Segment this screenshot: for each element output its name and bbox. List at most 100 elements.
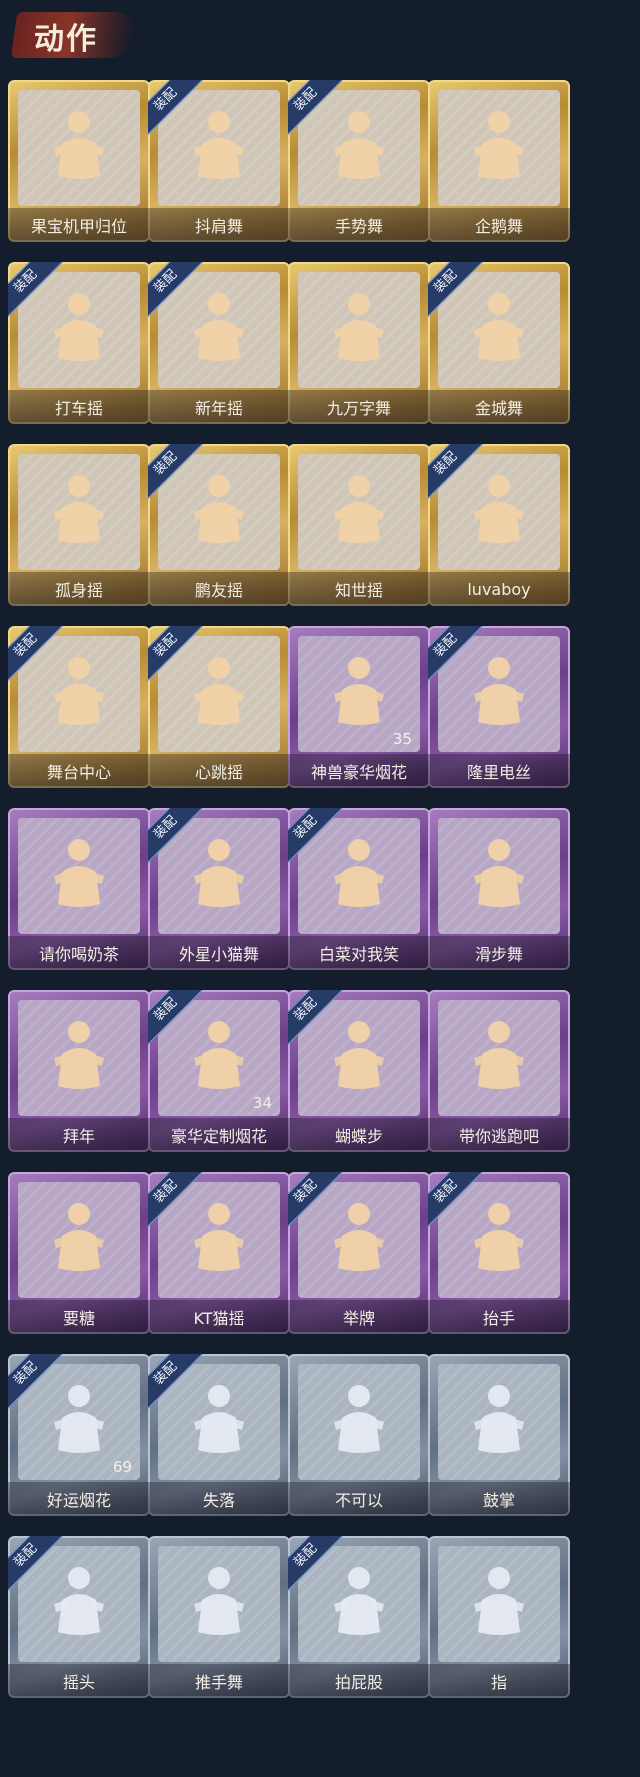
emote-figure-icon: [54, 1021, 104, 1089]
emote-card[interactable]: 隆里电丝 装配: [428, 626, 570, 788]
emote-figure-icon: [194, 657, 244, 725]
emote-label: 鼓掌: [428, 1482, 570, 1516]
emote-card[interactable]: 失落 装配: [148, 1354, 290, 1516]
emote-label: 心跳摇: [148, 754, 290, 788]
emote-card[interactable]: 抬手 装配: [428, 1172, 570, 1334]
emote-card[interactable]: 心跳摇 装配: [148, 626, 290, 788]
emote-figure-icon: [54, 293, 104, 361]
emote-label: 外星小猫舞: [148, 936, 290, 970]
emote-card[interactable]: 金城舞 装配: [428, 262, 570, 424]
emote-card[interactable]: 知世摇: [288, 444, 430, 606]
emote-card[interactable]: 企鹅舞: [428, 80, 570, 242]
emote-card[interactable]: 手势舞 装配: [288, 80, 430, 242]
emote-card[interactable]: 九万字舞: [288, 262, 430, 424]
emote-figure-icon: [54, 1203, 104, 1271]
emote-label: 不可以: [288, 1482, 430, 1516]
emote-figure-icon: [194, 293, 244, 361]
emote-label: 带你逃跑吧: [428, 1118, 570, 1152]
emote-label: 指: [428, 1664, 570, 1698]
emote-card[interactable]: 新年摇 装配: [148, 262, 290, 424]
emote-figure-icon: [194, 1385, 244, 1453]
emote-label: 请你喝奶茶: [8, 936, 150, 970]
emote-figure-icon: [334, 1567, 384, 1635]
emote-label: 鹏友摇: [148, 572, 290, 606]
section-header: 动作: [0, 0, 640, 70]
emote-label: 金城舞: [428, 390, 570, 424]
emote-label: 抖肩舞: [148, 208, 290, 242]
emote-label: 九万字舞: [288, 390, 430, 424]
emote-figure-icon: [474, 657, 524, 725]
emote-card[interactable]: 抖肩舞 装配: [148, 80, 290, 242]
emote-label: 果宝机甲归位: [8, 208, 150, 242]
item-count: 69: [112, 1458, 132, 1476]
emote-label: 孤身摇: [8, 572, 150, 606]
emote-label: 滑步舞: [428, 936, 570, 970]
emote-card[interactable]: 打车摇 装配: [8, 262, 150, 424]
emote-card[interactable]: 指: [428, 1536, 570, 1698]
emote-card[interactable]: KT猫摇 装配: [148, 1172, 290, 1334]
emote-figure-icon: [334, 293, 384, 361]
emote-figure-icon: [334, 475, 384, 543]
emote-card[interactable]: 请你喝奶茶: [8, 808, 150, 970]
emote-card[interactable]: 白菜对我笑 装配: [288, 808, 430, 970]
emote-figure-icon: [54, 475, 104, 543]
emote-card[interactable]: 鼓掌: [428, 1354, 570, 1516]
emote-figure-icon: [54, 1567, 104, 1635]
emote-figure-icon: [334, 111, 384, 179]
emote-figure-icon: [54, 1385, 104, 1453]
emote-figure-icon: [334, 1203, 384, 1271]
emote-card[interactable]: 蝴蝶步 装配: [288, 990, 430, 1152]
emote-card[interactable]: luvaboy 装配: [428, 444, 570, 606]
emote-figure-icon: [194, 475, 244, 543]
emote-label: 神兽豪华烟花: [288, 754, 430, 788]
emote-card[interactable]: 拜年: [8, 990, 150, 1152]
emote-label: 隆里电丝: [428, 754, 570, 788]
emote-figure-icon: [474, 293, 524, 361]
item-count: 34: [252, 1094, 272, 1112]
emote-figure-icon: [54, 839, 104, 907]
emote-card[interactable]: 34 豪华定制烟花 装配: [148, 990, 290, 1152]
emote-figure-icon: [474, 1385, 524, 1453]
emote-card[interactable]: 举牌 装配: [288, 1172, 430, 1334]
emote-card[interactable]: 35 神兽豪华烟花: [288, 626, 430, 788]
emote-card[interactable]: 要糖: [8, 1172, 150, 1334]
emote-card[interactable]: 推手舞: [148, 1536, 290, 1698]
emote-label: 手势舞: [288, 208, 430, 242]
emote-figure-icon: [474, 1203, 524, 1271]
emote-figure-icon: [334, 1021, 384, 1089]
emote-label: 举牌: [288, 1300, 430, 1334]
emote-card[interactable]: 不可以: [288, 1354, 430, 1516]
emote-figure-icon: [194, 1203, 244, 1271]
emote-figure-icon: [194, 111, 244, 179]
emote-figure-icon: [334, 657, 384, 725]
emote-figure-icon: [474, 475, 524, 543]
emote-card[interactable]: 孤身摇: [8, 444, 150, 606]
emote-label: 打车摇: [8, 390, 150, 424]
emote-card[interactable]: 拍屁股 装配: [288, 1536, 430, 1698]
emote-label: 新年摇: [148, 390, 290, 424]
emote-label: 企鹅舞: [428, 208, 570, 242]
emote-figure-icon: [194, 1021, 244, 1089]
emote-figure-icon: [54, 111, 104, 179]
emote-label: 失落: [148, 1482, 290, 1516]
emote-card[interactable]: 果宝机甲归位: [8, 80, 150, 242]
emote-card[interactable]: 鹏友摇 装配: [148, 444, 290, 606]
emote-card[interactable]: 69 好运烟花 装配: [8, 1354, 150, 1516]
emote-label: 白菜对我笑: [288, 936, 430, 970]
emote-figure-icon: [334, 839, 384, 907]
emote-card[interactable]: 舞台中心 装配: [8, 626, 150, 788]
emote-card[interactable]: 外星小猫舞 装配: [148, 808, 290, 970]
emote-card[interactable]: 滑步舞: [428, 808, 570, 970]
emote-label: 推手舞: [148, 1664, 290, 1698]
emote-label: 豪华定制烟花: [148, 1118, 290, 1152]
emote-label: KT猫摇: [148, 1300, 290, 1334]
emote-card[interactable]: 带你逃跑吧: [428, 990, 570, 1152]
emote-card[interactable]: 摇头 装配: [8, 1536, 150, 1698]
emote-figure-icon: [334, 1385, 384, 1453]
emote-label: luvaboy: [428, 572, 570, 606]
emote-figure-icon: [474, 1021, 524, 1089]
emote-label: 蝴蝶步: [288, 1118, 430, 1152]
emote-figure-icon: [474, 111, 524, 179]
emote-label: 知世摇: [288, 572, 430, 606]
emote-label: 抬手: [428, 1300, 570, 1334]
